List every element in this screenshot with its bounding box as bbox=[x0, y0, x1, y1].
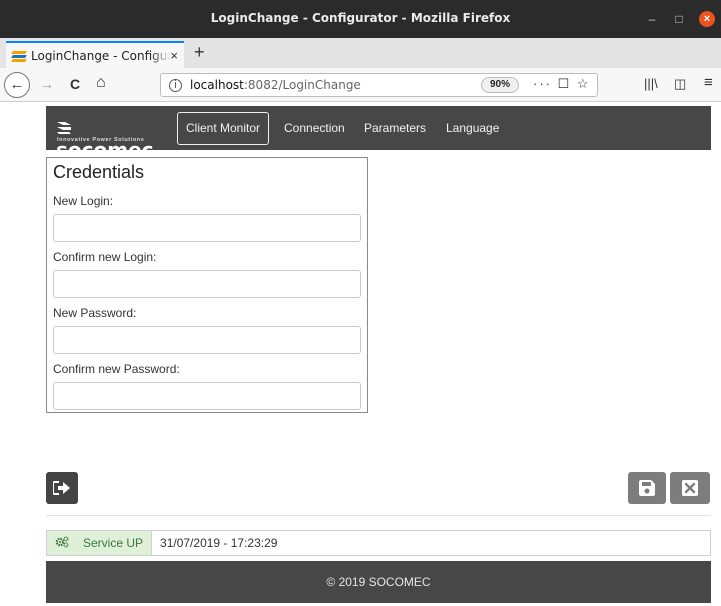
socomec-favicon-icon bbox=[11, 49, 27, 63]
nav-client-monitor[interactable]: Client Monitor bbox=[177, 112, 270, 145]
socomec-mark-icon bbox=[57, 122, 71, 134]
window-title: LoginChange - Configurator - Mozilla Fir… bbox=[210, 11, 511, 25]
new-password-label: New Password: bbox=[53, 306, 137, 320]
new-tab-button[interactable]: + bbox=[194, 42, 205, 63]
forward-button[interactable]: → bbox=[40, 76, 54, 92]
nav-connection[interactable]: Connection bbox=[284, 106, 345, 150]
app-header: socomec Innovative Power Solutions Clien… bbox=[46, 106, 711, 162]
close-window-button[interactable]: × bbox=[699, 11, 715, 27]
cancel-button[interactable] bbox=[670, 472, 710, 504]
logout-icon bbox=[53, 481, 70, 495]
logout-button[interactable] bbox=[46, 472, 78, 504]
logo-tagline: Innovative Power Solutions bbox=[57, 137, 145, 143]
confirm-login-input[interactable] bbox=[53, 270, 361, 298]
credentials-title: Credentials bbox=[53, 162, 145, 182]
credentials-panel: Credentials New Login: Confirm new Login… bbox=[46, 157, 368, 413]
reload-button[interactable]: C bbox=[70, 76, 80, 92]
nav-language[interactable]: Language bbox=[446, 106, 499, 150]
menu-icon[interactable]: ≡ bbox=[704, 74, 713, 91]
save-button[interactable] bbox=[628, 472, 666, 504]
socomec-logo[interactable]: socomec Innovative Power Solutions bbox=[56, 114, 168, 162]
back-button[interactable]: ← bbox=[4, 72, 30, 98]
status-bar: Service UP 31/07/2019 - 17:23:29 bbox=[46, 530, 711, 556]
url-path: :8082/LoginChange bbox=[243, 78, 361, 92]
confirm-password-input[interactable] bbox=[53, 382, 361, 410]
info-icon[interactable]: i bbox=[169, 78, 182, 92]
tab-bar: LoginChange - Configurator × bbox=[0, 38, 721, 68]
browser-navbar: ← → C ⌂ i localhost:8082/LoginChange 90%… bbox=[0, 68, 721, 102]
new-password-input[interactable] bbox=[53, 326, 361, 354]
url-host: localhost bbox=[190, 78, 244, 92]
new-login-label: New Login: bbox=[53, 194, 114, 208]
close-icon bbox=[682, 480, 698, 496]
library-icon[interactable]: |||\ bbox=[644, 76, 658, 91]
service-status-text: Service UP bbox=[83, 536, 144, 550]
zoom-level-badge[interactable]: 90% bbox=[481, 77, 519, 93]
divider bbox=[46, 515, 711, 516]
url-bar[interactable]: i localhost:8082/LoginChange 90% ··· ☐ ☆ bbox=[160, 73, 598, 97]
new-login-input[interactable] bbox=[53, 214, 361, 242]
nav-parameters[interactable]: Parameters bbox=[364, 106, 426, 150]
browser-tab[interactable]: LoginChange - Configurator × bbox=[6, 41, 184, 68]
sidebar-icon[interactable]: ◫ bbox=[674, 76, 686, 92]
floppy-disk-icon bbox=[639, 480, 655, 496]
minimize-button[interactable]: – bbox=[644, 11, 660, 27]
window-titlebar: LoginChange - Configurator - Mozilla Fir… bbox=[0, 0, 721, 38]
tab-title: LoginChange - Configurator bbox=[31, 48, 171, 63]
maximize-button[interactable]: □ bbox=[671, 11, 687, 27]
confirm-password-label: Confirm new Password: bbox=[53, 362, 180, 376]
home-button[interactable]: ⌂ bbox=[96, 74, 106, 92]
confirm-login-label: Confirm new Login: bbox=[53, 250, 157, 264]
page-actions-icons[interactable]: ··· ☐ ☆ bbox=[533, 76, 591, 92]
status-badge: Service UP bbox=[47, 531, 153, 555]
status-timestamp: 31/07/2019 - 17:23:29 bbox=[160, 536, 278, 550]
cogs-icon bbox=[55, 536, 69, 551]
footer: © 2019 SOCOMEC bbox=[46, 561, 711, 603]
tab-close-icon[interactable]: × bbox=[170, 48, 178, 63]
